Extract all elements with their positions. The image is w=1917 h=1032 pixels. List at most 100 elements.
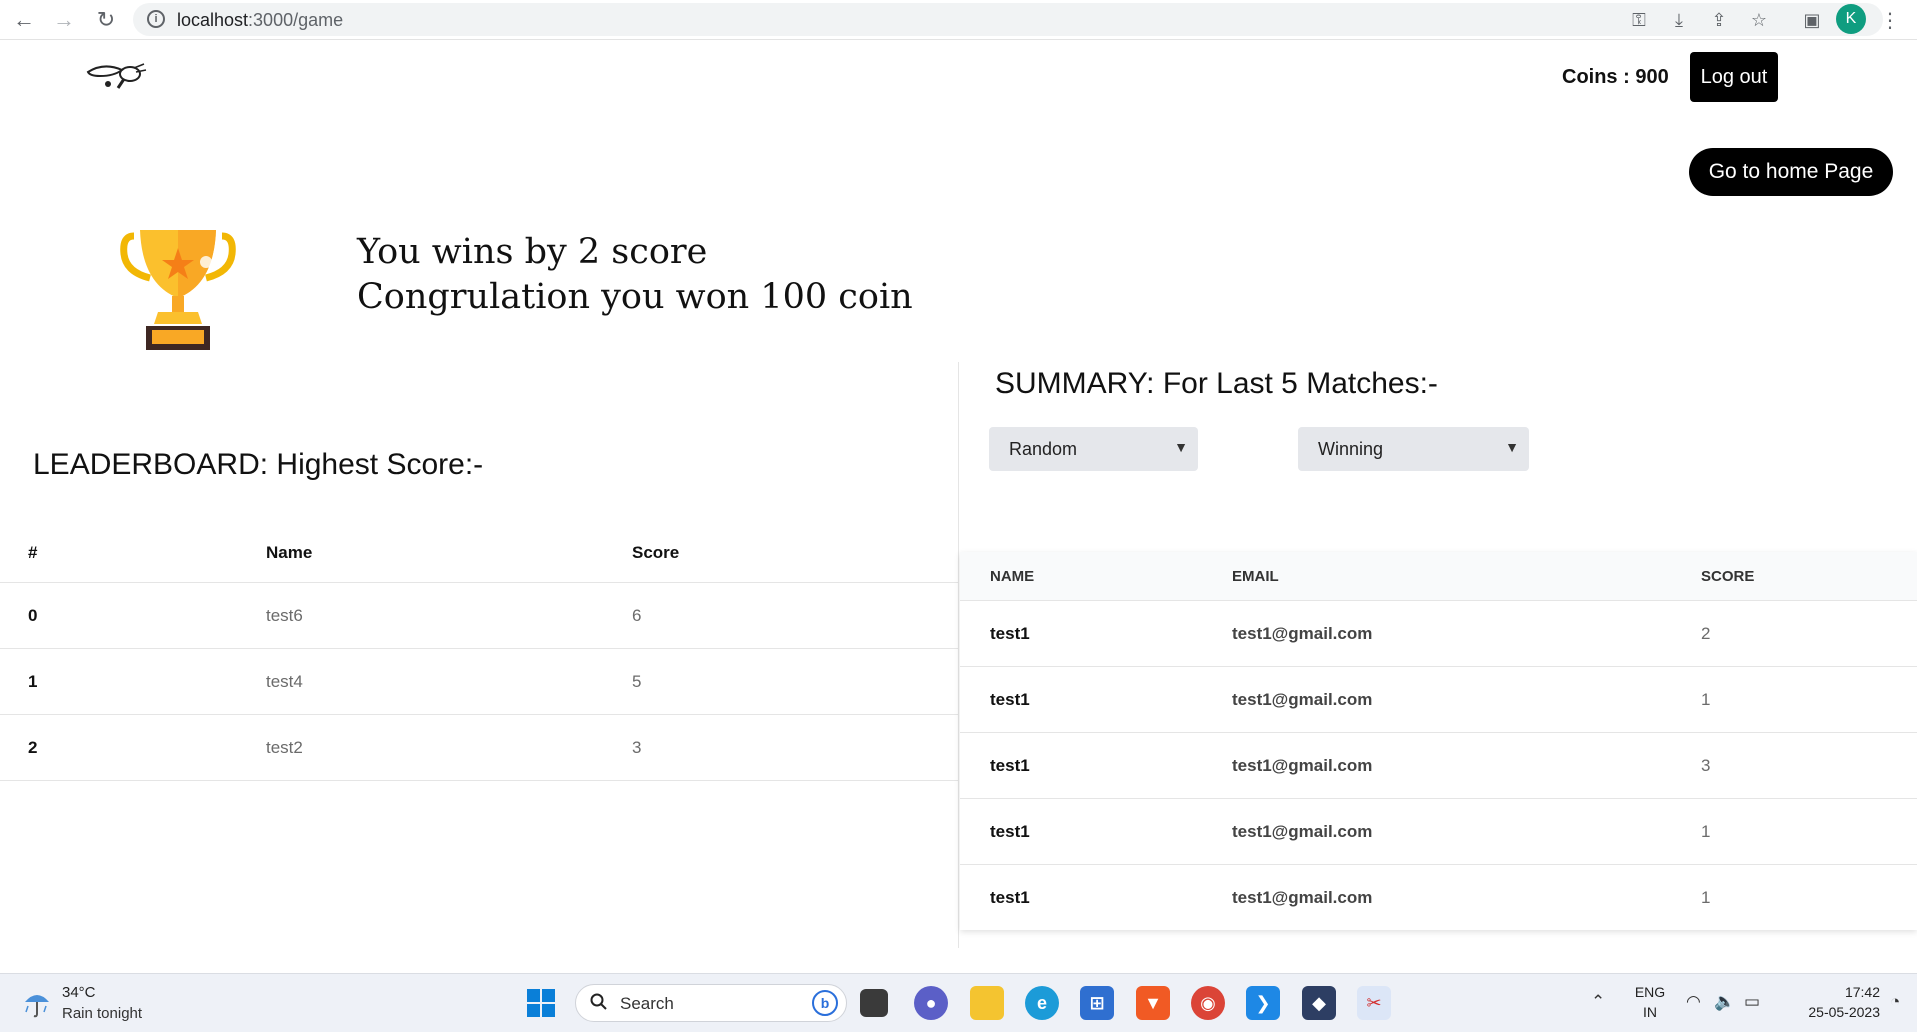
vscode-icon[interactable]: ❯ [1246,986,1280,1020]
install-icon[interactable]: ⤓ [1667,8,1691,32]
profile-avatar[interactable]: K [1836,4,1866,34]
table-row: 0 test6 6 [0,583,958,649]
table-row: test1 test1@gmail.com 2 [960,600,1917,666]
teams-chat-icon[interactable]: ● [914,986,948,1020]
leaderboard-header-row: # Name Score [0,524,958,583]
table-row: test1 test1@gmail.com 1 [960,864,1917,930]
taskbar: 34°C Rain tonight Search b ● e ⊞ ▼ ◉ ❯ ◆… [0,973,1917,1032]
column-header-rank: # [28,543,38,562]
email-cell: test1@gmail.com [1232,689,1373,709]
chevron-up-icon[interactable]: ⌃ [1591,992,1605,1012]
ping-pong-logo[interactable] [84,60,154,106]
leaderboard-table: # Name Score 0 test6 6 1 test4 5 2 test2… [0,524,958,781]
match-result-select[interactable]: Winning ▼ [1298,427,1529,471]
address-url: localhost:3000/game [177,10,344,30]
result-coins-text: Congrulation you won 100 coin [357,277,913,317]
match-mode-value: Random [1009,438,1078,459]
chevron-down-icon: ▼ [1174,439,1188,455]
address-bar[interactable]: i localhost:3000/game ⚿ ⤓ ⇪ ☆ [133,3,1883,36]
wifi-icon[interactable]: ◠ [1686,992,1701,1012]
go-home-button[interactable]: Go to home Page [1689,148,1893,196]
taskbar-search[interactable]: Search b [575,984,847,1022]
edge-browser-icon[interactable]: e [1025,986,1059,1020]
rank-cell: 0 [28,605,38,625]
search-label: Search [620,994,674,1013]
column-header-score: SCORE [1701,567,1755,585]
more-menu-icon[interactable]: ⋮ [1880,8,1900,33]
reload-icon[interactable]: ↻ [92,6,120,34]
file-explorer-icon[interactable] [970,986,1004,1020]
summary-header-row: NAME EMAIL SCORE [960,552,1917,600]
score-cell: 1 [1701,887,1711,907]
score-cell: 1 [1701,821,1711,841]
microsoft-store-icon[interactable]: ⊞ [1080,986,1114,1020]
weather-description: Rain tonight [62,1005,143,1022]
leaderboard-title: LEADERBOARD: Highest Score:- [33,448,484,481]
search-icon [590,993,607,1010]
email-cell: test1@gmail.com [1232,887,1373,907]
section-divider [958,362,959,948]
score-cell: 5 [632,671,642,691]
email-cell: test1@gmail.com [1232,755,1373,775]
name-cell: test1 [990,755,1030,775]
summary-table: NAME EMAIL SCORE test1 test1@gmail.com 2… [960,552,1917,930]
weather-temperature: 34°C [62,984,96,1001]
table-row: 1 test4 5 [0,649,958,715]
email-cell: test1@gmail.com [1232,623,1373,643]
snipping-tool-icon[interactable]: ✂ [1357,986,1391,1020]
table-row: 2 test2 3 [0,715,958,781]
score-cell: 3 [632,737,642,757]
volume-icon[interactable]: 🔈 [1714,992,1735,1012]
name-cell: test1 [990,821,1030,841]
language-region: IN [1643,1004,1657,1020]
clock-time[interactable]: 17:42 [1780,984,1880,1000]
chrome-browser-icon[interactable]: ◉ [1191,986,1225,1020]
notification-icon[interactable]: ◔ [1890,992,1900,1012]
table-row: test1 test1@gmail.com 1 [960,666,1917,732]
match-result-value: Winning [1318,438,1384,459]
clock-date: 25-05-2023 [1808,1004,1880,1020]
browser-toolbar: ← → ↻ i localhost:3000/game ⚿ ⤓ ⇪ ☆ ▣ K … [0,0,1917,40]
task-view-icon[interactable] [860,989,888,1017]
result-score-text: You wins by 2 score [357,232,708,272]
logout-button[interactable]: Log out [1690,52,1778,102]
trophy-icon [120,226,236,356]
share-icon[interactable]: ⇪ [1707,8,1731,32]
column-header-name: NAME [990,567,1035,585]
weather-rain-icon[interactable] [22,988,52,1018]
summary-title: SUMMARY: For Last 5 Matches:- [995,367,1438,400]
forward-icon[interactable]: → [50,6,78,34]
match-mode-select[interactable]: Random ▼ [989,427,1198,471]
back-icon[interactable]: ← [10,6,38,34]
table-row: test1 test1@gmail.com 3 [960,732,1917,798]
side-panel-icon[interactable]: ▣ [1800,8,1824,32]
bookmark-star-icon[interactable]: ☆ [1747,8,1771,32]
column-header-score: Score [632,543,680,562]
score-cell: 6 [632,605,642,625]
rank-cell: 1 [28,671,38,691]
windows-start-icon[interactable] [524,986,558,1020]
chevron-down-icon: ▼ [1505,439,1519,455]
language-indicator[interactable]: ENG [1630,984,1670,1000]
name-cell: test1 [990,623,1030,643]
rank-cell: 2 [28,737,38,757]
battery-icon[interactable]: ▭ [1744,992,1760,1012]
score-cell: 3 [1701,755,1711,775]
brave-browser-icon[interactable]: ▼ [1136,986,1170,1020]
name-cell: test2 [266,737,303,757]
key-icon[interactable]: ⚿ [1627,8,1651,32]
column-header-email: EMAIL [1232,567,1279,585]
name-cell: test6 [266,605,303,625]
name-cell: test1 [990,887,1030,907]
bing-icon[interactable]: b [812,990,838,1016]
email-cell: test1@gmail.com [1232,821,1373,841]
coins-balance: Coins : 900 [1562,66,1669,88]
score-cell: 1 [1701,689,1711,709]
mysql-workbench-icon[interactable]: ◆ [1302,986,1336,1020]
table-row: test1 test1@gmail.com 1 [960,798,1917,864]
name-cell: test4 [266,671,303,691]
score-cell: 2 [1701,623,1711,643]
name-cell: test1 [990,689,1030,709]
site-info-icon[interactable]: i [147,10,165,28]
column-header-name: Name [266,543,313,562]
